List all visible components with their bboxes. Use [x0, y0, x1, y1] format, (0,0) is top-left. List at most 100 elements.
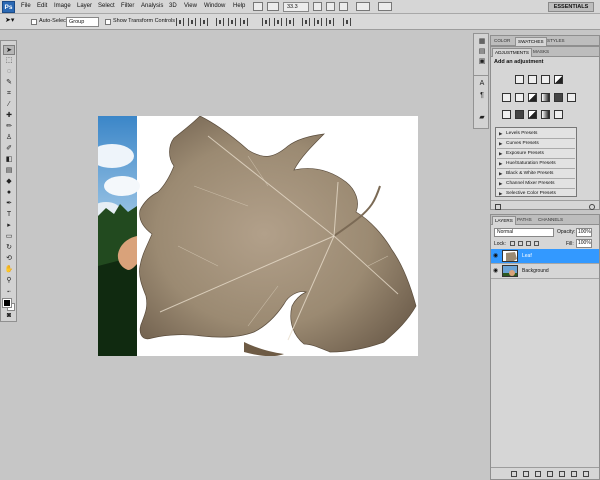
menu-image[interactable]: Image: [54, 3, 71, 9]
clip-to-layer-icon[interactable]: [495, 204, 501, 210]
levels-icon[interactable]: [528, 75, 537, 84]
align-hcenter-icon[interactable]: [228, 18, 236, 26]
curves-icon[interactable]: [541, 75, 550, 84]
preset-exposure[interactable]: ▶ Exposure Presets: [497, 150, 575, 159]
new-layer-icon[interactable]: [571, 471, 577, 477]
layer-row-background[interactable]: ◉ Background: [491, 264, 599, 279]
default-colors-icon[interactable]: ▪▫: [3, 287, 15, 297]
threshold-icon[interactable]: [528, 110, 537, 119]
photo-filter-icon[interactable]: [554, 93, 563, 102]
menu-layer[interactable]: Layer: [77, 3, 92, 9]
rotate-view-icon[interactable]: [339, 2, 348, 11]
new-group-icon[interactable]: [559, 471, 565, 477]
menu-window[interactable]: Window: [204, 3, 225, 9]
selective-color-icon[interactable]: [554, 110, 563, 119]
3d-panel-icon[interactable]: ▰: [478, 114, 486, 122]
preset-curves[interactable]: ▶ Curves Presets: [497, 140, 575, 149]
menu-edit[interactable]: Edit: [37, 3, 47, 9]
document-canvas[interactable]: [98, 116, 418, 356]
menu-select[interactable]: Select: [98, 3, 115, 9]
trash-icon[interactable]: [583, 471, 589, 477]
hue-saturation-icon[interactable]: [515, 93, 524, 102]
zoom-tool-icon[interactable]: [326, 2, 335, 11]
align-right-icon[interactable]: [240, 18, 248, 26]
preset-hue-saturation[interactable]: ▶ Hue/Saturation Presets: [497, 160, 575, 169]
auto-select-checkbox[interactable]: [31, 19, 37, 25]
view-extras-icon[interactable]: [267, 2, 279, 11]
eye-icon[interactable]: ◉: [493, 253, 499, 259]
menu-analysis[interactable]: Analysis: [141, 3, 163, 9]
color-balance-icon[interactable]: [528, 93, 537, 102]
tab-masks[interactable]: MASKS: [531, 48, 551, 57]
tab-channels[interactable]: CHANNELS: [536, 216, 565, 225]
preset-channel-mixer[interactable]: ▶ Channel Mixer Presets: [497, 180, 575, 189]
bridge-icon[interactable]: [253, 2, 263, 11]
clone-stamp-tool-icon[interactable]: ♙: [3, 133, 15, 143]
eye-icon[interactable]: ◉: [493, 268, 499, 274]
zoom-level[interactable]: 33.3: [283, 2, 309, 12]
invert-icon[interactable]: [502, 110, 511, 119]
quick-mask-icon[interactable]: ◙: [3, 311, 15, 321]
auto-align-icon[interactable]: [343, 18, 351, 26]
crop-tool-icon[interactable]: ⌗: [3, 89, 15, 99]
marquee-tool-icon[interactable]: ⬚: [3, 56, 15, 66]
channel-mixer-icon[interactable]: [567, 93, 576, 102]
hand-tool-icon[interactable]: [313, 2, 322, 11]
menu-help[interactable]: Help: [233, 3, 245, 9]
preset-selective-color[interactable]: ▶ Selective Color Presets: [497, 190, 575, 199]
styles-panel-icon[interactable]: ▣: [478, 58, 486, 66]
swatches-panel-icon[interactable]: ▤: [478, 48, 486, 56]
paragraph-panel-icon[interactable]: ¶: [478, 92, 486, 100]
tab-styles[interactable]: STYLES: [545, 37, 567, 46]
align-bottom-icon[interactable]: [200, 18, 208, 26]
eyedropper-tool-icon[interactable]: ⁄: [3, 100, 15, 110]
menu-filter[interactable]: Filter: [121, 3, 134, 9]
hand-tool-icon[interactable]: ✋: [3, 265, 15, 275]
auto-select-dropdown[interactable]: Group: [66, 17, 99, 27]
foreground-color-swatch[interactable]: [2, 298, 12, 308]
posterize-icon[interactable]: [515, 110, 524, 119]
type-tool-icon[interactable]: T: [3, 210, 15, 220]
tab-adjustments[interactable]: ADJUSTMENTS: [492, 48, 532, 57]
healing-brush-tool-icon[interactable]: ✚: [3, 111, 15, 121]
gradient-map-icon[interactable]: [541, 110, 550, 119]
preset-black-white[interactable]: ▶ Black & White Presets: [497, 170, 575, 179]
preview-toggle-icon[interactable]: [589, 204, 595, 210]
show-transform-checkbox[interactable]: [105, 19, 111, 25]
fill-input[interactable]: 100%: [576, 239, 592, 248]
distribute-right-icon[interactable]: [326, 18, 334, 26]
quick-selection-tool-icon[interactable]: ✎: [3, 78, 15, 88]
lock-all-icon[interactable]: [534, 241, 539, 246]
black-white-icon[interactable]: [541, 93, 550, 102]
align-top-icon[interactable]: [176, 18, 184, 26]
3d-orbit-tool-icon[interactable]: ⟲: [3, 254, 15, 264]
exposure-icon[interactable]: [554, 75, 563, 84]
new-adjustment-layer-icon[interactable]: [547, 471, 553, 477]
menu-view[interactable]: View: [184, 3, 197, 9]
menu-file[interactable]: File: [21, 3, 31, 9]
align-left-icon[interactable]: [216, 18, 224, 26]
align-vcenter-icon[interactable]: [188, 18, 196, 26]
brightness-contrast-icon[interactable]: [515, 75, 524, 84]
distribute-bottom-icon[interactable]: [286, 18, 294, 26]
zoom-tool-icon[interactable]: ⚲: [3, 276, 15, 286]
move-tool-icon[interactable]: ➤: [3, 45, 15, 55]
arrange-documents-icon[interactable]: [356, 2, 370, 11]
vibrance-icon[interactable]: [502, 93, 511, 102]
lock-position-icon[interactable]: [526, 241, 531, 246]
workspace-switcher[interactable]: ESSENTIALS: [548, 2, 594, 12]
screen-mode-icon[interactable]: [378, 2, 392, 11]
move-tool-preset-icon[interactable]: ➤▾: [5, 16, 14, 24]
color-panel-icon[interactable]: ▦: [478, 38, 486, 46]
opacity-input[interactable]: 100%: [576, 228, 592, 237]
lock-pixels-icon[interactable]: [518, 241, 523, 246]
tab-paths[interactable]: PATHS: [515, 216, 534, 225]
eraser-tool-icon[interactable]: ◧: [3, 155, 15, 165]
layer-style-icon[interactable]: [523, 471, 529, 477]
add-mask-icon[interactable]: [535, 471, 541, 477]
gradient-tool-icon[interactable]: ▤: [3, 166, 15, 176]
distribute-vcenter-icon[interactable]: [274, 18, 282, 26]
dodge-tool-icon[interactable]: ●: [3, 188, 15, 198]
blur-tool-icon[interactable]: ◆: [3, 177, 15, 187]
shape-tool-icon[interactable]: ▭: [3, 232, 15, 242]
